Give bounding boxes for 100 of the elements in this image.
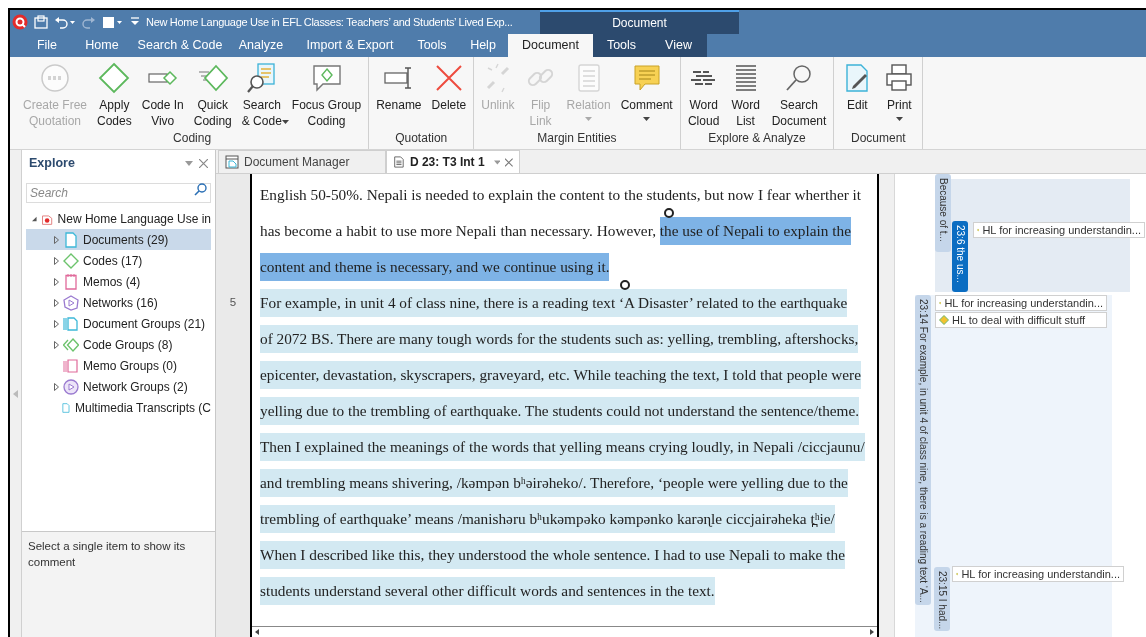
speech-bubble-icon: [310, 62, 343, 94]
collapse-arrow-icon: [13, 389, 18, 398]
search-icon: [194, 183, 207, 196]
tree-item[interactable]: Documents (29): [26, 229, 211, 250]
quotation-bar[interactable]: 23:15 I had...: [934, 567, 950, 632]
search-field[interactable]: Search: [26, 183, 211, 203]
ribbon-button[interactable]: Print: [878, 62, 921, 121]
menu-tab[interactable]: Home: [72, 34, 132, 57]
network-icon: [63, 294, 79, 311]
line-number: 5: [229, 295, 237, 311]
ribbon-group-label: Margin Entities: [536, 130, 618, 147]
tree-item[interactable]: Multimedia Transcripts (C: [26, 397, 211, 418]
ribbon-button[interactable]: Word Cloud: [682, 62, 725, 129]
code-tag[interactable]: HL for increasing understandin...: [935, 295, 1107, 311]
document-text: English 50-50%. Nepali is needed to explain the content to the students, but now I fear wherther it: [260, 184, 862, 205]
selection-handle[interactable]: [664, 208, 674, 218]
document-text: When I described like this, they understood the whole sentence. I had to use Nepali to make the: [260, 540, 845, 570]
ribbon-group-label: Coding: [172, 130, 213, 147]
caret-icon: [895, 117, 903, 121]
diamond-icon: [63, 252, 79, 269]
document-group-icon: [63, 315, 79, 332]
tree-item[interactable]: Codes (17): [26, 250, 211, 271]
document-text: of 2072 BS. There are many tough words for the students such as: yelling, trembling, aftershocks,: [260, 324, 859, 354]
ribbon-group-label: Document: [850, 130, 907, 147]
quotation-bar[interactable]: 23:14 For example, in unit 4 of class nine, there is a reading text ‘A...: [915, 295, 931, 606]
caret-icon: [493, 159, 501, 165]
menu-tab[interactable]: View: [650, 34, 707, 57]
diamond-icon: [196, 62, 229, 94]
redo-icon: [82, 15, 96, 29]
window-icon: [225, 155, 239, 169]
diamond-group-icon: [63, 336, 79, 353]
tree-item[interactable]: Code Groups (8): [26, 334, 211, 355]
tree-item[interactable]: Networks (16): [26, 292, 211, 313]
code-tag[interactable]: HL for increasing understandin...: [973, 222, 1145, 238]
ribbon-button[interactable]: Delete: [426, 62, 472, 113]
menu-tab[interactable]: Document: [508, 34, 593, 57]
code-tag[interactable]: HL for increasing understandin...: [952, 566, 1124, 582]
quote-bubble-icon: [39, 62, 71, 94]
close-icon: [199, 158, 208, 168]
ribbon-button[interactable]: Rename: [371, 62, 427, 113]
close-icon: [505, 157, 513, 167]
ribbon-button[interactable]: Word List: [724, 62, 767, 129]
tree-item[interactable]: New Home Language Use in: [26, 208, 211, 229]
window-title: New Home Language Use in EFL Classes: Teachers’ and Students’ Lived Exp...: [146, 14, 514, 30]
app-logo-icon: [12, 14, 28, 30]
document-icon: [63, 231, 79, 248]
caret-icon: [281, 120, 289, 124]
caret-icon: [185, 160, 193, 166]
code-tag[interactable]: HL to deal with difficult stuff: [935, 312, 1107, 328]
ribbon-button[interactable]: Edit: [836, 62, 879, 113]
search-icon: [245, 62, 278, 94]
quotation-bar[interactable]: Because of t...: [935, 174, 951, 252]
tree-item[interactable]: Document Groups (21): [26, 313, 211, 334]
document-text: students understand several other difficult words and sentences in the text.: [260, 576, 715, 606]
menu-tab[interactable]: Tools: [406, 34, 458, 57]
document-text: has become a habit to use more Nepali than necessary. However,: [260, 220, 657, 241]
undo-icon: [54, 15, 76, 29]
editor-tab[interactable]: D 23: T3 Int 1: [386, 150, 520, 173]
memo-icon: [63, 273, 79, 290]
document-text: and trembling means shivering, /kəmpən bʰəirəheko/. Therefore, ‘people were yelling due to the: [260, 468, 848, 498]
caret-icon: [585, 117, 593, 121]
ribbon-button[interactable]: Search Document: [766, 62, 832, 129]
diamond-icon: [98, 62, 131, 94]
document-icon: [393, 155, 405, 169]
document-text: the use of Nepali to explain the: [659, 216, 851, 246]
ribbon-button[interactable]: Comment: [615, 62, 678, 121]
ribbon-button[interactable]: Search & Code: [236, 62, 287, 129]
save-icon: [34, 15, 48, 29]
document-text: trembling of earthquake’ means /manishəru bʰukəmpəko kəmpənko karəɳle ciccjairəheka t̪ʰie/: [260, 504, 835, 534]
document-text: For example, in unit 4 of class nine, there is a reading text ‘A Disaster’ related to the earthquake: [260, 288, 848, 318]
ribbon-button[interactable]: Focus Group Coding: [286, 62, 367, 129]
selection-handle[interactable]: [620, 280, 630, 290]
ribbon-group-label: Explore & Analyze: [707, 130, 807, 147]
menu-tab[interactable]: Help: [458, 34, 508, 57]
menu-tab[interactable]: Import & Export: [294, 34, 406, 57]
ribbon-button[interactable]: Quick Coding: [188, 62, 237, 129]
memo-group-icon: [63, 357, 79, 374]
menu-tab[interactable]: Analyze: [228, 34, 294, 57]
network-group-icon: [63, 378, 79, 395]
ribbon-button[interactable]: Apply Codes: [92, 62, 137, 129]
document-text: content and theme is necessary, and we continue using it.: [260, 252, 610, 282]
window-icon: [102, 15, 124, 29]
menu-tab[interactable]: Search & Code: [132, 34, 228, 57]
tree-item[interactable]: Memo Groups (0): [26, 355, 211, 376]
editor-tab[interactable]: Document Manager: [218, 150, 386, 173]
horizontal-scrollbar[interactable]: [252, 626, 877, 637]
ribbon-button[interactable]: Code In Vivo: [136, 62, 189, 129]
caret-icon: [643, 117, 651, 121]
quotation-bar[interactable]: 23:6 the us...: [952, 221, 968, 292]
menu-tab[interactable]: File: [22, 34, 72, 57]
document-text: yelling due to the trembling of earthquake. The students could not understand the sentence/theme.: [260, 396, 860, 426]
tree-item[interactable]: Network Groups (2): [26, 376, 211, 397]
menu-tab[interactable]: Tools: [593, 34, 650, 57]
contextual-tab-header: Document: [540, 10, 739, 34]
document-text: epicenter, devastation, skyscrapers, graveyard, etc. While teaching the text, I told that people were: [260, 360, 861, 390]
comment-text: Select a single item to show its comment: [28, 539, 187, 570]
tree-item[interactable]: Memos (4): [26, 271, 211, 292]
document-text: Then I explained the meanings of the words that yelling means crying loudly, in Nepali /ciccjaunu/: [260, 432, 865, 462]
ribbon-group-label: Quotation: [394, 130, 449, 147]
pane-title: Explore: [29, 154, 76, 172]
